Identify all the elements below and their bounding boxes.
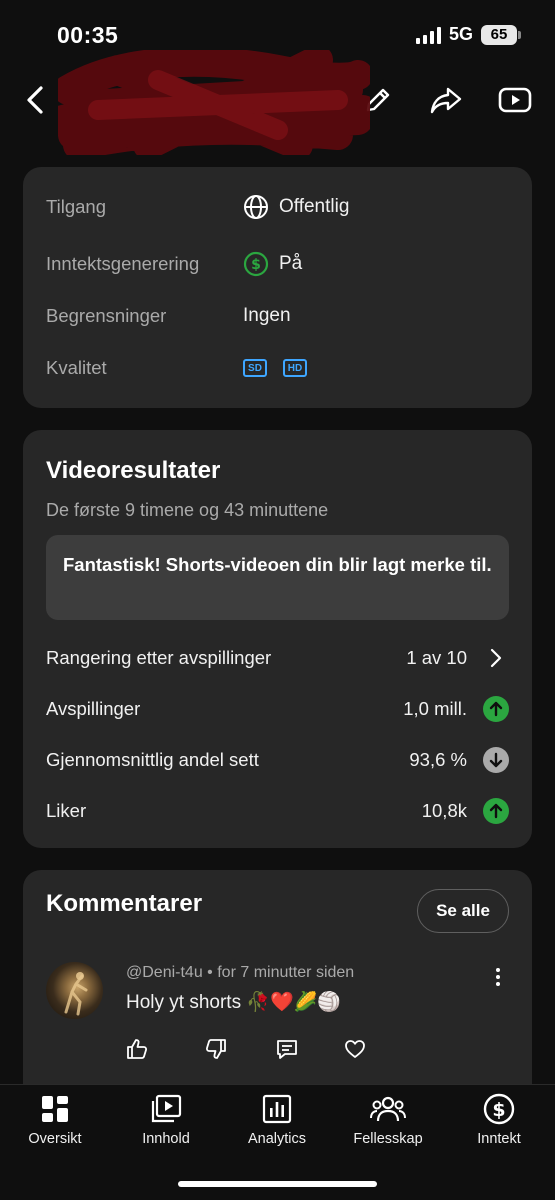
quality-row: Kvalitet SD HD — [46, 348, 512, 388]
meta-separator: • — [207, 964, 213, 981]
metric-label: Rangering etter avspillinger — [46, 647, 272, 668]
restrictions-value: Ingen — [243, 305, 291, 326]
comment-time: for 7 minutter siden — [217, 964, 355, 981]
community-icon — [338, 1091, 438, 1127]
content-icon — [116, 1091, 216, 1127]
metric-value: 93,6 % — [409, 749, 467, 770]
performance-notice: Fantastisk! Shorts-videoen din blir lagt… — [46, 535, 509, 620]
results-title: Videoresultater — [46, 457, 221, 484]
metric-label: Gjennomsnittlig andel sett — [46, 749, 259, 770]
metric-row-likes[interactable]: Liker 10,8k — [46, 793, 509, 829]
metric-value: 10,8k — [421, 800, 467, 821]
nav-dashboard[interactable]: Oversikt — [5, 1091, 105, 1147]
hd-badge: HD — [283, 359, 307, 377]
visibility-label: Tilgang — [46, 196, 106, 217]
heart-icon — [345, 1040, 365, 1058]
like-button[interactable] — [123, 1036, 151, 1062]
thumbs-down-icon — [205, 1039, 226, 1059]
visibility-value-wrap: Offentlig — [243, 194, 349, 220]
watch-on-youtube-button[interactable] — [496, 82, 534, 118]
nav-content[interactable]: Innhold — [116, 1091, 216, 1147]
monetization-value: På — [279, 253, 303, 274]
comment-meta: @Deni-t4u • for 7 minutter siden — [126, 964, 354, 982]
status-time: 00:35 — [57, 22, 119, 48]
video-results-card: Videoresultater De første 9 timene og 43… — [23, 430, 532, 848]
metric-label: Avspillinger — [46, 698, 141, 719]
metric-row-views[interactable]: Avspillinger 1,0 mill. — [46, 691, 509, 727]
dislike-button[interactable] — [202, 1036, 230, 1062]
trend-up-icon — [483, 696, 509, 722]
signal-icon — [415, 26, 441, 44]
analytics-icon — [227, 1091, 327, 1127]
see-all-button[interactable]: Se alle — [417, 889, 509, 933]
share-button[interactable] — [427, 82, 465, 118]
monetization-row[interactable]: Inntektsgenerering $ På — [46, 244, 512, 284]
youtube-play-icon — [498, 87, 532, 113]
visibility-row[interactable]: Tilgang Offentlig — [46, 187, 512, 227]
trend-up-icon — [483, 798, 509, 824]
svg-text:$: $ — [492, 1099, 505, 1121]
nav-label: Analytics — [247, 1131, 307, 1147]
thumbs-up-icon — [127, 1039, 148, 1059]
more-options-icon[interactable] — [496, 968, 500, 986]
globe-icon — [244, 195, 268, 219]
quality-label: Kvalitet — [46, 357, 107, 378]
share-icon — [430, 87, 462, 114]
reply-button[interactable] — [273, 1036, 301, 1062]
reply-comment-icon — [277, 1040, 297, 1059]
visibility-value: Offentlig — [279, 196, 350, 217]
quality-badges: SD HD — [243, 359, 313, 377]
battery-level: 65 — [490, 25, 508, 43]
back-button[interactable] — [20, 82, 50, 118]
comment-text: Holy yt shorts 🥀❤️🌽🏐 — [126, 992, 341, 1013]
svg-text:$: $ — [251, 257, 261, 273]
monetization-on-icon: $ — [243, 251, 269, 277]
heart-button[interactable] — [341, 1036, 369, 1062]
nav-label: Inntekt — [477, 1131, 521, 1147]
metric-label: Liker — [46, 800, 87, 821]
nav-earn[interactable]: $ Inntekt — [449, 1091, 549, 1147]
nav-community[interactable]: Fellesskap — [338, 1091, 438, 1147]
metric-value: 1,0 mill. — [403, 698, 467, 719]
avatar[interactable] — [46, 962, 103, 1019]
nav-label: Innhold — [142, 1131, 190, 1147]
comments-card: Kommentarer Se alle @Deni-t4u • for 7 mi… — [23, 870, 532, 1110]
trend-down-icon — [483, 747, 509, 773]
comment-author[interactable]: @Deni-t4u — [126, 964, 203, 981]
network-type: 5G — [448, 24, 473, 44]
restrictions-row[interactable]: Begrensninger Ingen — [46, 296, 512, 336]
sd-badge: SD — [243, 359, 267, 377]
nav-analytics[interactable]: Analytics — [227, 1091, 327, 1147]
metric-value: 1 av 10 — [406, 647, 467, 668]
metric-row-avg-viewed[interactable]: Gjennomsnittlig andel sett 93,6 % — [46, 742, 509, 778]
metric-row-ranking[interactable]: Rangering etter avspillinger 1 av 10 — [46, 640, 509, 676]
dashboard-icon — [5, 1091, 105, 1127]
battery-icon: 65 — [481, 24, 521, 45]
avatar-image — [64, 972, 88, 1016]
back-icon — [27, 86, 43, 114]
results-subtitle: De første 9 timene og 43 minuttene — [46, 500, 329, 520]
home-indicator — [178, 1181, 377, 1187]
redaction-scribble — [58, 50, 370, 155]
nav-label: Oversikt — [28, 1131, 82, 1147]
monetization-label: Inntektsgenerering — [46, 253, 200, 274]
monetization-value-wrap: $ På — [243, 251, 302, 277]
earn-icon: $ — [449, 1091, 549, 1127]
status-indicators: 5G 65 — [415, 24, 521, 45]
chevron-right-icon — [483, 645, 509, 671]
comments-title: Kommentarer — [46, 890, 203, 917]
video-details-card: Tilgang Offentlig Inntektsgenerering $ P… — [23, 167, 532, 408]
restrictions-label: Begrensninger — [46, 305, 167, 326]
nav-label: Fellesskap — [353, 1131, 423, 1147]
